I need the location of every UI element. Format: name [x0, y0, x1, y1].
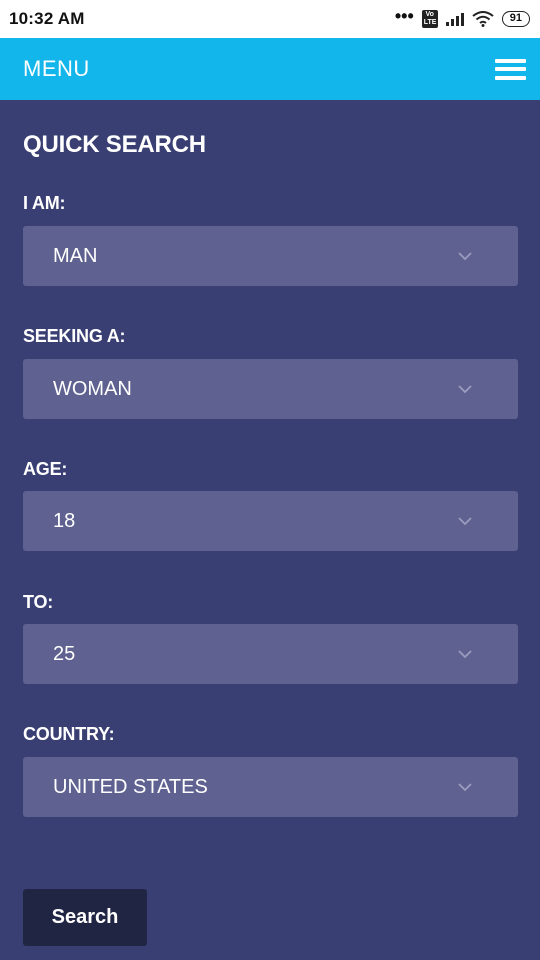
field-label-age: AGE: [23, 459, 68, 479]
chevron-down-icon [458, 516, 472, 525]
chevron-down-icon [458, 782, 472, 791]
i-am-select[interactable]: MAN [23, 226, 518, 286]
field-label-to: TO: [23, 592, 54, 612]
country-select-value: UNITED STATES [53, 775, 208, 798]
age-from-select[interactable]: 18 [23, 491, 518, 551]
status-time: 10:32 AM [9, 9, 85, 28]
age-to-select[interactable]: 25 [23, 624, 518, 684]
menu-label[interactable]: MENU [23, 56, 90, 82]
hamburger-menu-icon[interactable] [495, 58, 526, 80]
more-dots-icon: ••• [394, 6, 414, 26]
chevron-down-icon [458, 384, 472, 393]
battery-icon: 91 [501, 11, 530, 27]
volte-icon: Vo LTE [421, 10, 438, 28]
country-select[interactable]: UNITED STATES [23, 757, 518, 817]
field-label-i-am: I AM: [23, 193, 66, 213]
status-bar: 10:32 AM ••• Vo LTE 91 [0, 0, 540, 38]
search-button[interactable]: Search [23, 889, 147, 946]
field-label-seeking: SEEKING A: [23, 326, 126, 346]
wifi-icon [472, 11, 494, 27]
field-label-country: COUNTRY: [23, 724, 115, 744]
chevron-down-icon [458, 649, 472, 658]
chevron-down-icon [458, 251, 472, 260]
signal-icon [445, 12, 464, 26]
section-title: QUICK SEARCH [23, 131, 206, 158]
seeking-select-value: WOMAN [53, 377, 132, 400]
seeking-select[interactable]: WOMAN [23, 359, 518, 419]
age-to-select-value: 25 [53, 642, 76, 665]
age-from-select-value: 18 [53, 509, 76, 532]
top-nav: MENU [0, 38, 540, 100]
i-am-select-value: MAN [53, 244, 98, 267]
status-icons: ••• Vo LTE 91 [394, 6, 530, 28]
